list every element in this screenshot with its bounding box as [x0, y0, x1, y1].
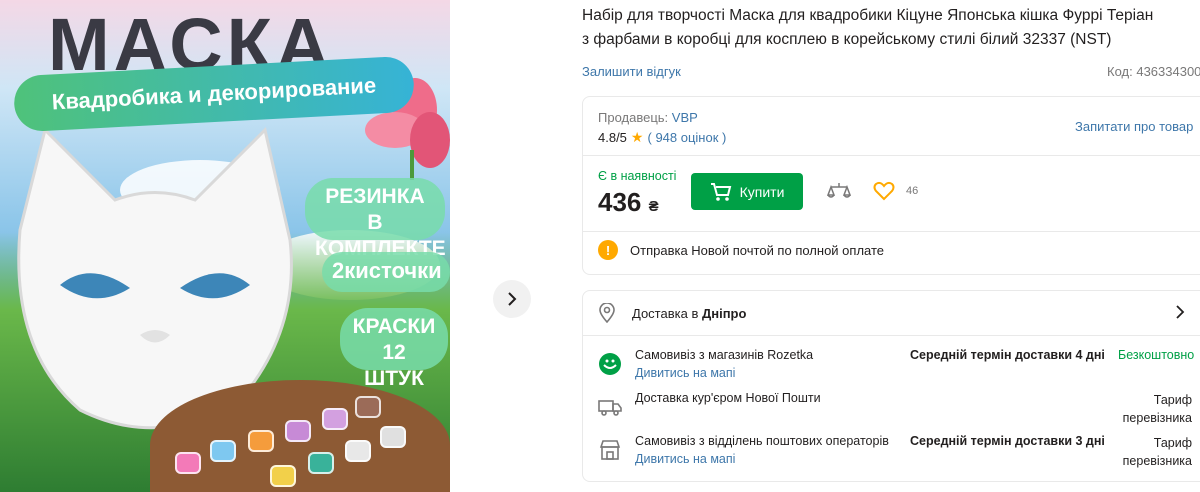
star-icon: ★: [630, 129, 644, 145]
paint-pot: [248, 430, 274, 452]
seller-rating-value: 4.8/5: [598, 130, 627, 145]
divider: [583, 335, 1200, 336]
buy-button-label: Купити: [739, 183, 785, 200]
shipping-notice: ! Отправка Новой почтой по полной оплате: [598, 240, 884, 260]
delivery-option-name: Доставка кур'єром Нової Пошти: [635, 391, 821, 405]
cart-icon: [710, 182, 731, 201]
delivery-term: Середній термін доставки 3 дні: [910, 434, 1105, 448]
paint-pot: [285, 420, 311, 442]
purchase-card: Продавець: VBP 4.8/5 ★ ( 948 оцінок ) За…: [582, 96, 1200, 275]
product-code-label: Код:: [1107, 64, 1133, 79]
compare-scales-icon[interactable]: [827, 181, 851, 203]
warning-icon: !: [598, 240, 618, 260]
ask-about-product-link[interactable]: Запитати про товар: [1075, 119, 1193, 134]
image-badge-paints: КРАСКИ 12 ШТУК: [340, 308, 448, 390]
leave-review-link[interactable]: Залишити відгук: [582, 64, 681, 79]
store-icon: [598, 438, 622, 462]
shipping-notice-text: Отправка Новой почтой по полной оплате: [630, 242, 885, 258]
view-on-map-link[interactable]: Дивитись на мапі: [635, 366, 735, 380]
image-badge-elastic: РЕЗИНКА В КОМПЛЕКТЕ: [305, 178, 446, 260]
seller-name-link[interactable]: VBP: [672, 110, 698, 125]
divider: [583, 231, 1200, 232]
paint-pot: [380, 426, 406, 448]
chevron-right-icon: [508, 292, 517, 306]
delivery-option-postal-pickup: Самовивіз з відділень поштових операторі…: [598, 434, 1200, 470]
seller-reviews-count: 948 оцінок: [655, 130, 719, 145]
seller-label: Продавець:: [598, 110, 669, 125]
rozetka-logo-icon: [598, 352, 622, 376]
delivery-label: Доставка в: [632, 305, 699, 321]
next-image-button[interactable]: [493, 280, 531, 318]
delivery-card: Доставка в Дніпро Самовивіз з магазинів …: [582, 290, 1200, 482]
delivery-option-courier: Доставка кур'єром Нової Пошти Тариф пере…: [598, 391, 1200, 427]
chevron-right-icon[interactable]: [1175, 305, 1185, 319]
buy-button[interactable]: Купити: [691, 173, 803, 210]
product-code-value: 436334300: [1136, 64, 1200, 79]
product-title: Набір для творчості Маска для квадробики…: [582, 4, 1200, 52]
heart-icon[interactable]: [873, 181, 895, 201]
view-on-map-link[interactable]: Дивитись на мапі: [635, 452, 735, 466]
delivery-cost: Тариф перевізника: [1122, 436, 1192, 468]
paint-pot: [210, 440, 236, 462]
paint-pot: [270, 465, 296, 487]
image-badge-brushes: 2кисточки: [322, 252, 450, 292]
seller-info: Продавець: VBP: [598, 110, 698, 125]
delivery-cost: Тариф перевізника: [1122, 393, 1192, 425]
delivery-cost: Безкоштовно: [1118, 348, 1195, 362]
product-title-line2: з фарбами в коробці для косплею в корейс…: [582, 31, 1112, 48]
paint-pot: [322, 408, 348, 430]
product-code: Код: 436334300: [1107, 64, 1200, 79]
paint-pot: [355, 396, 381, 418]
paint-pot: [345, 440, 371, 462]
price: 436 ₴: [598, 187, 659, 218]
delivery-option-name: Самовивіз з магазинів Rozetka: [635, 348, 814, 362]
seller-reviews-link[interactable]: ( 948 оцінок ): [647, 130, 726, 145]
product-image[interactable]: МАСКА Квадробика и декорирование РЕЗИНКА…: [0, 0, 450, 492]
availability-status: Є в наявності: [598, 169, 677, 183]
divider: [583, 155, 1200, 156]
delivery-term: Середній термін доставки 4 дні: [910, 348, 1105, 362]
product-title-line1: Набір для творчості Маска для квадробики…: [582, 7, 1154, 24]
price-value: 436: [598, 187, 642, 217]
paint-pot: [308, 452, 334, 474]
favorites-count: 46: [906, 185, 919, 197]
truck-icon: [598, 395, 622, 419]
paint-pot: [175, 452, 201, 474]
seller-rating: 4.8/5 ★ ( 948 оцінок ): [598, 129, 726, 146]
delivery-option-name: Самовивіз з відділень поштових операторі…: [635, 434, 889, 448]
price-currency: ₴: [648, 198, 659, 215]
delivery-city-selector[interactable]: Доставка в Дніпро: [598, 303, 746, 323]
delivery-option-rozetka-pickup: Самовивіз з магазинів Rozetka Дивитись н…: [598, 348, 1200, 384]
delivery-city: Дніпро: [701, 305, 747, 321]
location-pin-icon: [599, 303, 615, 323]
product-page: МАСКА Квадробика и декорирование РЕЗИНКА…: [0, 0, 1200, 492]
